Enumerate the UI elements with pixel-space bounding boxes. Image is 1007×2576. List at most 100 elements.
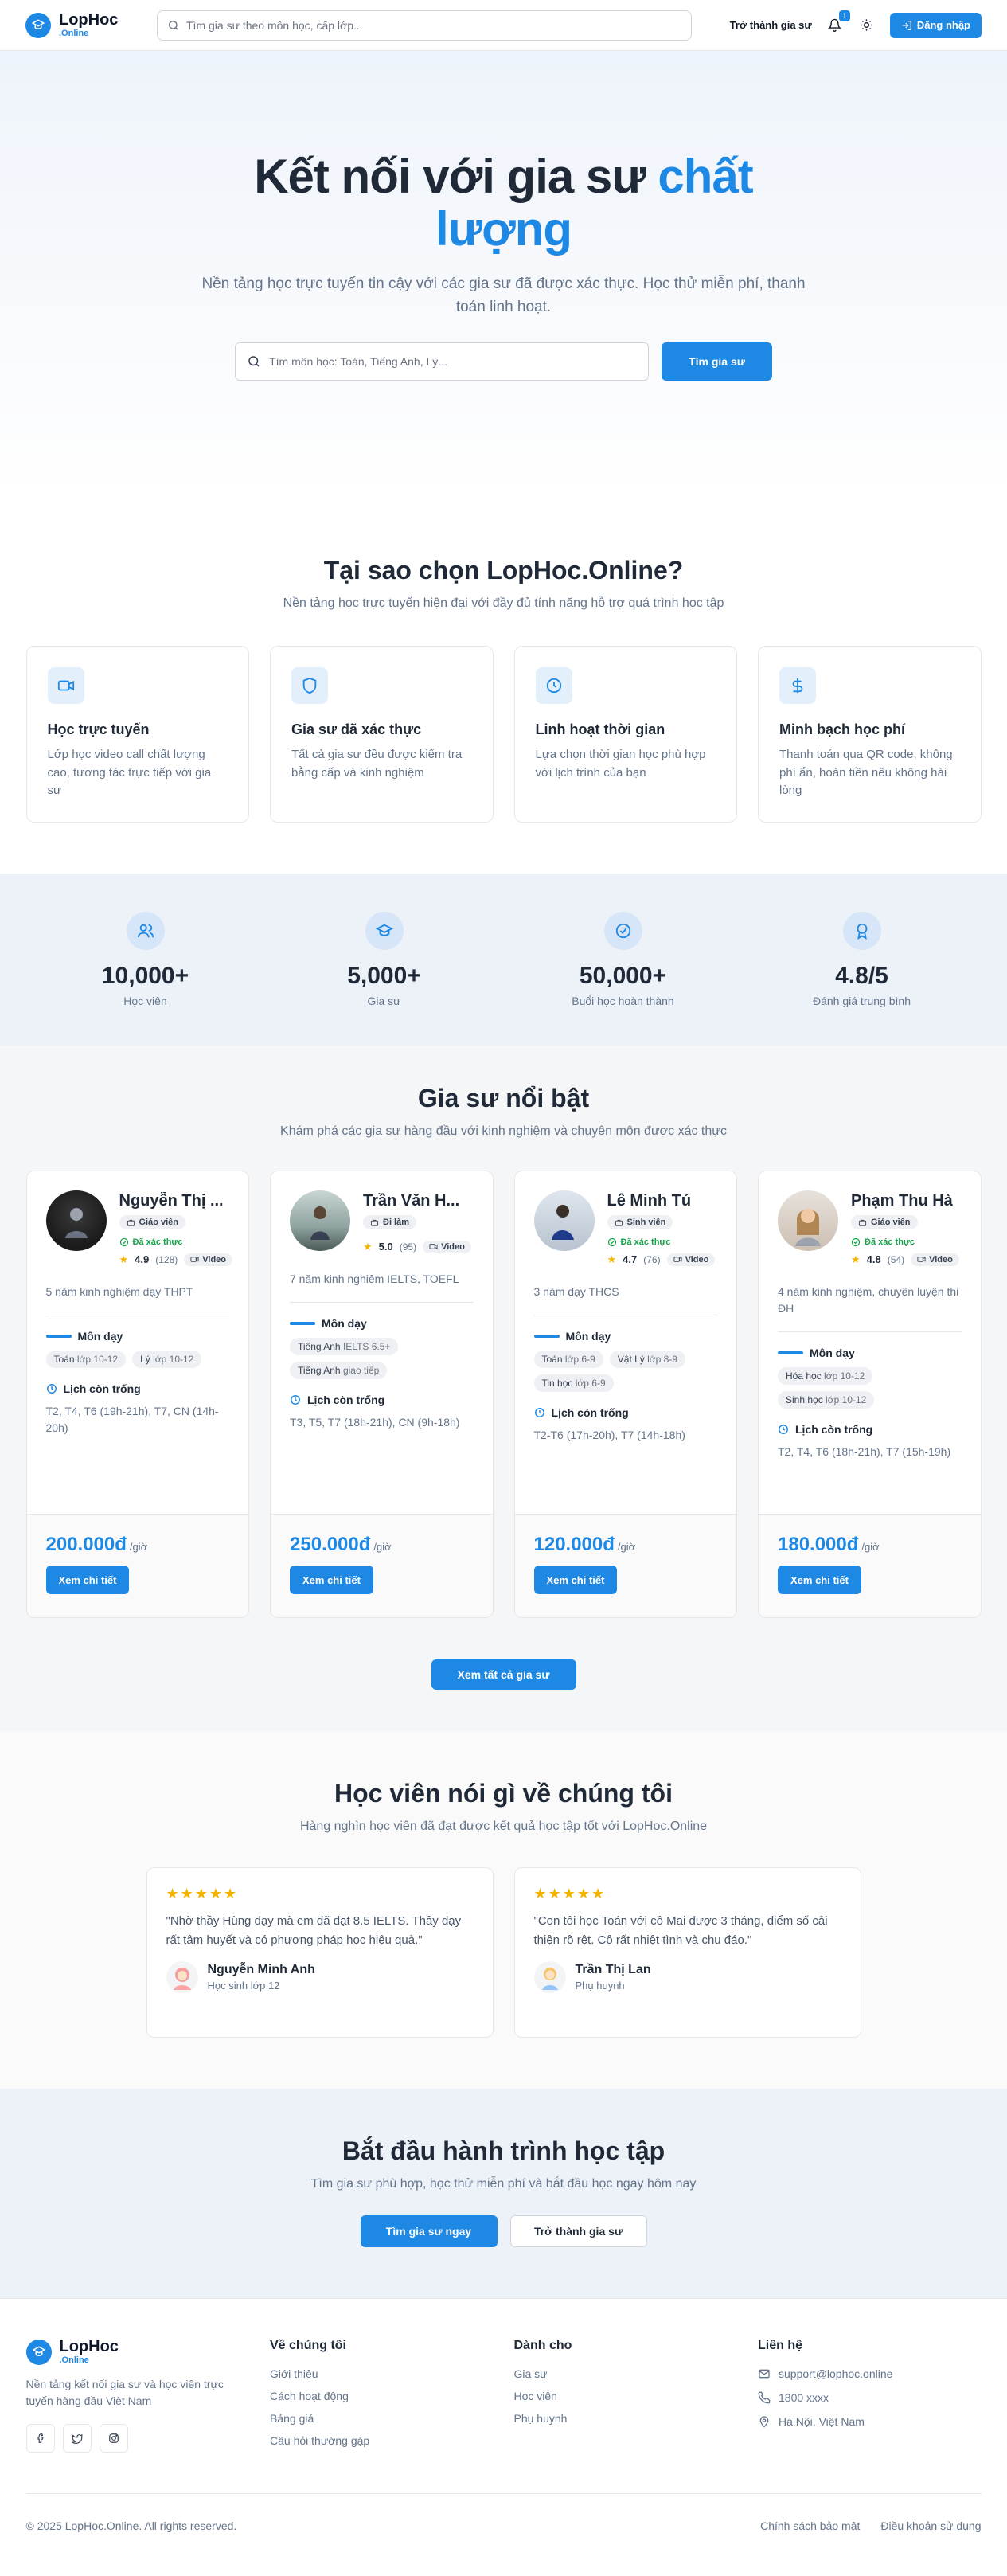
testimonial-card: ★★★★★ "Nhờ thầy Hùng dạy mà em đã đạt 8.… [146, 1867, 494, 2038]
footer-link[interactable]: Học viên [514, 2390, 557, 2402]
subject-name: Sinh học [786, 1394, 823, 1405]
view-detail-button[interactable]: Xem chi tiết [45, 1566, 130, 1594]
instagram-icon[interactable] [99, 2424, 128, 2453]
feature-desc: Lựa chọn thời gian học phù hợp với lịch … [535, 748, 706, 780]
hero-search-input[interactable] [269, 355, 638, 368]
feature-card: Linh hoạt thời gian Lựa chọn thời gian h… [513, 646, 737, 823]
subject-name: Vật Lý [617, 1353, 645, 1365]
tutor-card[interactable]: Lê Minh Tú Sinh viên Đã xác thực ★ 4.7 (… [513, 1171, 737, 1618]
notification-button[interactable]: 1 [826, 10, 850, 34]
role-label: Đi làm [383, 1218, 410, 1227]
why-title: Tại sao chọn LopHoc.Online? [323, 556, 684, 584]
become-tutor-button[interactable]: Trở thành gia sư [509, 2215, 647, 2247]
contact-email[interactable]: support@lophoc.online [758, 2367, 982, 2380]
clock-icon [779, 1424, 788, 1434]
tutor-card[interactable]: Phạm Thu Hà Giáo viên Đã xác thực ★ 4.8 … [758, 1171, 982, 1618]
hero-section: Kết nối với gia sư chất lượng Nền tảng h… [0, 51, 1007, 492]
footer-link[interactable]: Cách hoạt động [270, 2390, 349, 2402]
login-button[interactable]: Đăng nhập [889, 12, 982, 38]
subject-chip: Hóa học lớp 10-12 [778, 1366, 873, 1385]
tutor-name[interactable]: Lê Minh Tú [607, 1192, 718, 1210]
verified-label: Đã xác thực [620, 1237, 671, 1247]
subject-chip: Vật Lý lớp 8-9 [609, 1350, 686, 1368]
subjects-heading: Môn dạy [533, 1330, 718, 1343]
logo-name: LopHoc [59, 2338, 119, 2355]
view-all-tutors-button[interactable]: Xem tất cả gia sư [431, 1659, 576, 1690]
star-icon: ★ [119, 1253, 129, 1265]
footer-link[interactable]: Giới thiệu [270, 2367, 318, 2380]
video-label: Video [441, 1241, 465, 1252]
subject-level: giao tiếp [342, 1364, 380, 1376]
footer-contact-heading: Liên hệ [758, 2339, 803, 2352]
tutor-name[interactable]: Trần Văn H... [363, 1192, 474, 1210]
phone-icon [758, 2391, 771, 2404]
stat-value: 5,000+ [347, 963, 421, 989]
star-icon: ★ [851, 1253, 861, 1265]
schedule-heading: Lịch còn trống [46, 1382, 230, 1395]
check-circle-icon [851, 1237, 861, 1246]
feature-desc: Lớp học video call chất lượng cao, tương… [47, 748, 212, 797]
subject-chip: Tiếng Anh IELTS 6.5+ [290, 1337, 399, 1355]
testimonials-section: Học viên nói gì về chúng tôi Hàng nghìn … [0, 1731, 1007, 2089]
stat-label: Học viên [123, 995, 167, 1007]
view-detail-button[interactable]: Xem chi tiết [778, 1566, 861, 1594]
footer-link[interactable]: Câu hỏi thường gặp [270, 2434, 369, 2447]
hero-title-main: Kết nối với gia sư [254, 150, 658, 203]
header-search-input[interactable] [186, 18, 681, 32]
subject-chip: Toán lớp 10-12 [45, 1350, 127, 1368]
footer-link[interactable]: Phụ huynh [514, 2412, 568, 2425]
subject-level: lớp 6-9 [564, 1353, 595, 1365]
video-label: Video [202, 1254, 227, 1265]
subjects-label: Môn dạy [322, 1316, 367, 1330]
theme-toggle-button[interactable] [858, 17, 876, 34]
tutor-name[interactable]: Phạm Thu Hà [851, 1192, 962, 1210]
tutor-avatar [533, 1190, 595, 1251]
schedule-heading: Lịch còn trống [534, 1406, 718, 1419]
footer-link[interactable]: Bảng giá [270, 2412, 314, 2425]
subject-chip: Tiếng Anh giao tiếp [290, 1361, 388, 1379]
stat-item: 50,000+ Buổi học hoàn thành [504, 912, 743, 1007]
why-section: Tại sao chọn LopHoc.Online? Nền tảng học… [0, 492, 1007, 874]
video-icon [917, 1257, 926, 1262]
become-tutor-link[interactable]: Trở thành gia sư [730, 19, 812, 31]
privacy-link[interactable]: Chính sách bảo mật [760, 2519, 860, 2532]
tutor-experience: 5 năm kinh nghiệm dạy THPT [45, 1284, 229, 1315]
logo-suffix: .Online [59, 29, 89, 38]
schedule-text: T3, T5, T7 (18h-21h), CN (9h-18h) [290, 1415, 460, 1429]
subjects-label: Môn dạy [77, 1329, 123, 1343]
terms-link[interactable]: Điều khoản sử dụng [880, 2519, 981, 2532]
briefcase-icon [858, 1219, 867, 1226]
schedule-label: Lịch còn trống [551, 1405, 629, 1419]
tutor-card[interactable]: Trần Văn H... Đi làm ★ 5.0 (95) Video 7 … [270, 1171, 494, 1618]
footer-link[interactable]: Gia sư [514, 2367, 548, 2380]
logo-suffix: .Online [59, 2355, 89, 2365]
role-badge: Giáo viên [851, 1215, 918, 1229]
view-detail-button[interactable]: Xem chi tiết [290, 1566, 373, 1594]
video-icon [47, 667, 84, 704]
shield-icon [291, 667, 328, 704]
subject-level: lớp 10-12 [153, 1353, 194, 1365]
logo[interactable]: LopHoc .Online [25, 12, 157, 38]
price-value: 180.000đ [778, 1534, 859, 1555]
facebook-icon[interactable] [25, 2424, 55, 2453]
view-detail-button[interactable]: Xem chi tiết [533, 1566, 618, 1594]
twitter-icon[interactable] [62, 2424, 92, 2453]
find-tutor-now-button[interactable]: Tìm gia sư ngay [360, 2215, 498, 2247]
schedule-heading: Lịch còn trống [778, 1423, 962, 1436]
footer-about-heading: Về chúng tôi [270, 2339, 346, 2352]
price-value: 120.000đ [533, 1534, 615, 1555]
schedule-label: Lịch còn trống [307, 1393, 385, 1406]
video-label: Video [929, 1254, 953, 1265]
subject-chip: Sinh học lớp 10-12 [778, 1390, 875, 1409]
hero-subtitle: Nền tảng học trực tuyến tin cậy với các … [201, 276, 806, 315]
tutor-name[interactable]: Nguyễn Thị ... [119, 1192, 230, 1210]
stat-item: 5,000+ Gia sư [265, 912, 504, 1007]
contact-phone[interactable]: 1800 xxxx [758, 2391, 982, 2404]
subject-level: lớp 6-9 [575, 1377, 606, 1389]
schedule-heading: Lịch còn trống [290, 1394, 474, 1406]
footer-logo[interactable]: LopHoc .Online [25, 2338, 158, 2365]
tutor-card[interactable]: Nguyễn Thị ... Giáo viên Đã xác thực ★ 4… [25, 1171, 249, 1618]
feature-title: Học trực tuyến [47, 721, 150, 737]
feature-card: Học trực tuyến Lớp học video call chất l… [25, 646, 249, 823]
hero-search-button[interactable]: Tìm gia sư [662, 342, 772, 381]
